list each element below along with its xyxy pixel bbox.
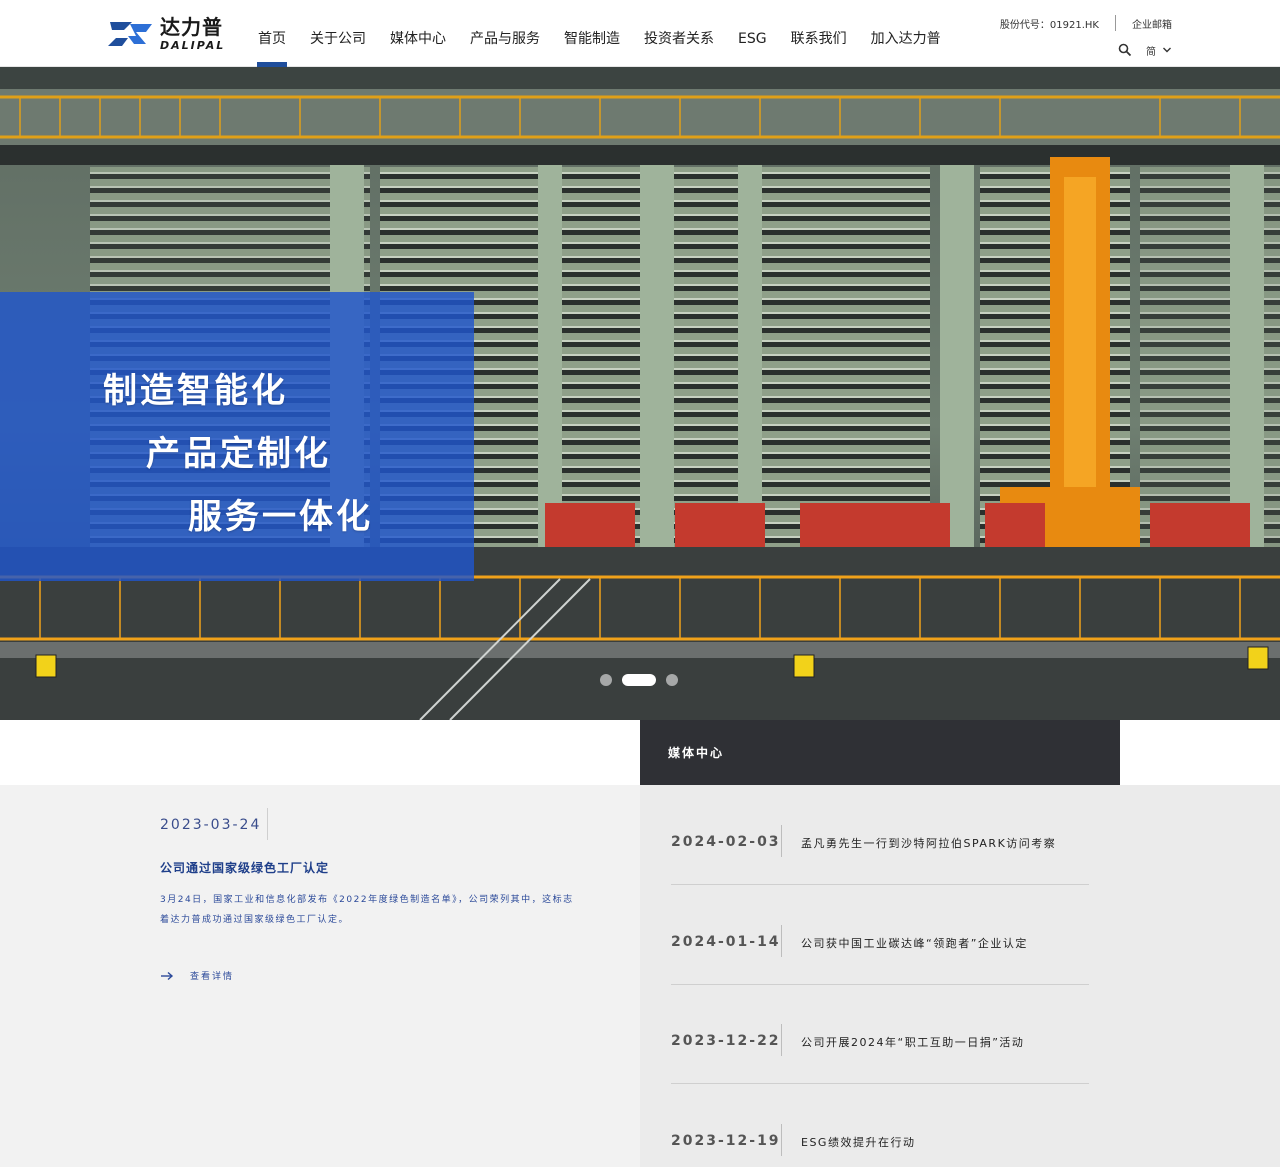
corporate-mail-link[interactable]: 企业邮箱 (1132, 16, 1172, 31)
media-center-title: 媒体中心 (668, 746, 725, 760)
divider (267, 808, 268, 840)
read-more-label: 查看详情 (190, 972, 235, 982)
featured-news-area (0, 785, 640, 1167)
nav-item-smart-manufacturing[interactable]: 智能制造 (552, 0, 632, 67)
search-icon[interactable] (1118, 43, 1132, 57)
news-date: 2023-12-22 (671, 1033, 781, 1049)
stock-code: 股份代号：01921.HK (999, 19, 1099, 31)
language-switcher[interactable]: 简 (1146, 43, 1172, 58)
hero-slogan-2: 产品定制化 (146, 434, 331, 474)
carousel-dot-2[interactable] (622, 674, 656, 686)
news-item[interactable]: 2023-12-22 公司开展2024年“职工互助一日捐”活动 (671, 1024, 1089, 1133)
divider (671, 984, 1089, 985)
news-date: 2024-01-14 (671, 934, 781, 950)
featured-news-date: 2023-03-24 (160, 817, 262, 833)
hero-banner: 制造智能化 产品定制化 服务一体化 (0, 67, 1280, 720)
nav-item-investors[interactable]: 投资者关系 (632, 0, 726, 67)
logo[interactable]: 达力普 DALIPAL (106, 14, 236, 54)
hero-slogan-1: 制造智能化 (103, 371, 288, 411)
chevron-down-icon (1163, 47, 1171, 53)
carousel-dot-3[interactable] (666, 674, 678, 686)
nav-item-home[interactable]: 首页 (246, 0, 298, 67)
news-title: 公司开展2024年“职工互助一日捐”活动 (801, 1036, 1025, 1049)
news-title: 孟凡勇先生一行到沙特阿拉伯SPARK访问考察 (801, 837, 1057, 850)
nav-item-products[interactable]: 产品与服务 (458, 0, 552, 67)
divider (671, 884, 1089, 885)
logo-name-cn: 达力普 (160, 15, 223, 39)
nav-item-about[interactable]: 关于公司 (298, 0, 378, 67)
main-nav: 首页 关于公司 媒体中心 产品与服务 智能制造 投资者关系 ESG 联系我们 加… (246, 0, 953, 67)
featured-news-title[interactable]: 公司通过国家级绿色工厂认定 (160, 859, 329, 876)
carousel-dot-1[interactable] (600, 674, 612, 686)
nav-item-careers[interactable]: 加入达力普 (859, 0, 953, 67)
divider (671, 1083, 1089, 1084)
news-title: ESG绩效提升在行动 (801, 1136, 916, 1149)
featured-news-body: 3月24日，国家工业和信息化部发布《2022年度绿色制造名单》，公司荣列其中，这… (160, 895, 574, 925)
news-item[interactable]: 2024-01-14 公司获中国工业碳达峰“领跑者”企业认定 (671, 925, 1089, 1034)
nav-item-contact[interactable]: 联系我们 (779, 0, 859, 67)
nav-item-esg[interactable]: ESG (726, 0, 779, 67)
carousel-dots (600, 674, 688, 686)
header-tools: 简 (1118, 42, 1172, 58)
hero-slogan-3: 服务一体化 (188, 497, 373, 537)
read-more-link[interactable]: 查看详情 (160, 969, 234, 982)
arrow-right-icon (161, 971, 174, 980)
divider (781, 925, 782, 957)
news-date: 2023-12-19 (671, 1133, 781, 1149)
top-utility-bar: 股份代号：01921.HK 企业邮箱 (1000, 14, 1172, 32)
divider (1115, 15, 1116, 31)
news-title: 公司获中国工业碳达峰“领跑者”企业认定 (801, 937, 1028, 950)
news-item[interactable]: 2024-02-03 孟凡勇先生一行到沙特阿拉伯SPARK访问考察 (671, 825, 1089, 934)
nav-item-media[interactable]: 媒体中心 (378, 0, 458, 67)
language-label: 简 (1146, 46, 1156, 58)
divider (781, 825, 782, 857)
news-item[interactable]: 2023-12-19 ESG绩效提升在行动 (671, 1124, 1089, 1163)
media-center-header: 媒体中心 (640, 720, 1120, 785)
site-header: 达力普 DALIPAL 首页 关于公司 媒体中心 产品与服务 智能制造 投资者关… (0, 0, 1280, 67)
divider (781, 1124, 782, 1156)
divider (781, 1024, 782, 1056)
logo-name-en: DALIPAL (160, 39, 226, 52)
news-date: 2024-02-03 (671, 834, 781, 850)
dalipal-logo-mark (108, 22, 152, 46)
